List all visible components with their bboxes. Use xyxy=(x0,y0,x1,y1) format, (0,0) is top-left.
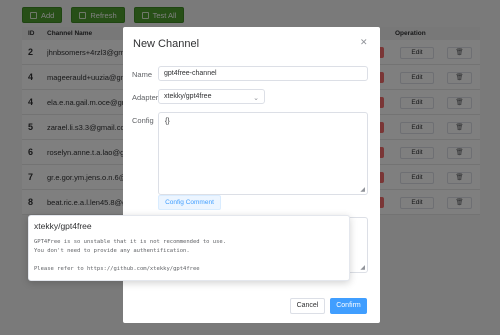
popover-line: Please refer to https://github.com/xtekk… xyxy=(34,266,200,272)
popover-body: GPT4Free is so unstable that it is not r… xyxy=(34,238,226,274)
config-textarea[interactable]: {} ◢ xyxy=(158,112,368,195)
adapter-select[interactable]: xtekky/gpt4free ⌄ xyxy=(158,89,265,104)
popover-line: GPT4Free is so unstable that it is not r… xyxy=(34,239,227,245)
dialog-title: New Channel xyxy=(133,38,200,50)
confirm-button[interactable]: Confirm xyxy=(330,298,367,314)
adapter-value: xtekky/gpt4free xyxy=(164,93,212,100)
chevron-down-icon: ⌄ xyxy=(253,95,259,102)
popover-line: You don't need to provide any authentifi… xyxy=(34,248,190,254)
close-icon[interactable]: ✕ xyxy=(360,37,368,48)
config-comment-button[interactable]: Config Comment xyxy=(158,195,221,210)
cancel-button[interactable]: Cancel xyxy=(290,298,325,314)
adapter-label: Adapter xyxy=(132,93,159,102)
config-label: Config xyxy=(132,116,154,125)
config-value: {} xyxy=(165,118,170,125)
name-input[interactable]: gpt4free-channel xyxy=(158,66,368,81)
popover-title: xtekky/gpt4free xyxy=(34,221,92,231)
name-label: Name xyxy=(132,70,153,79)
adapter-info-popover: xtekky/gpt4free GPT4Free is so unstable … xyxy=(28,215,350,281)
resize-handle-icon[interactable]: ◢ xyxy=(360,264,365,271)
resize-handle-icon[interactable]: ◢ xyxy=(360,186,365,193)
